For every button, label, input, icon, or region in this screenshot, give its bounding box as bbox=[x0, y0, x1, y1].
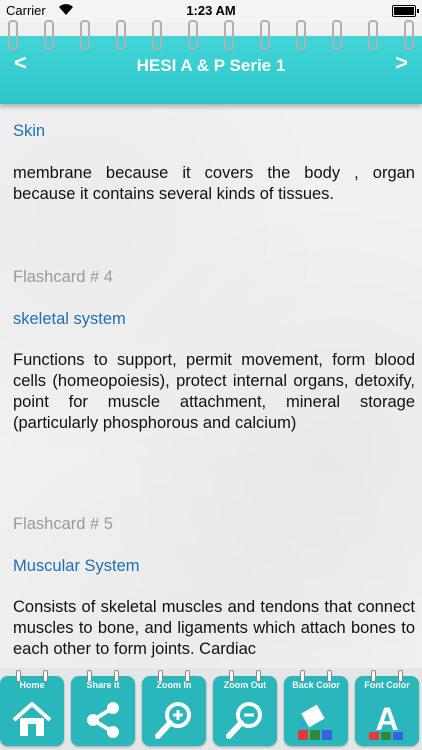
spiral-ring bbox=[44, 20, 54, 50]
spiral-ring bbox=[80, 20, 90, 50]
card-term: skeletal system bbox=[13, 310, 126, 328]
zoom-out-icon bbox=[226, 702, 262, 739]
next-button[interactable]: > bbox=[395, 50, 408, 76]
spiral-ring bbox=[116, 20, 126, 50]
home-icon bbox=[12, 702, 52, 736]
card-definition: Functions to support, permit movement, f… bbox=[13, 351, 415, 432]
font-color-icon: A bbox=[369, 701, 403, 740]
zoom-in-label: Zoom In bbox=[156, 680, 192, 690]
zoom-in-icon bbox=[155, 702, 191, 739]
zoom-in-button[interactable]: Zoom In bbox=[142, 670, 206, 746]
back-color-label: Back Color bbox=[292, 680, 340, 690]
card-term: Skin bbox=[13, 122, 46, 140]
page-title: HESI A & P Serie 1 bbox=[136, 56, 286, 75]
back-color-button[interactable]: Back Color bbox=[284, 670, 348, 746]
spiral-ring bbox=[296, 20, 306, 50]
spiral-ring bbox=[152, 20, 162, 50]
spiral-ring bbox=[260, 20, 270, 50]
home-label: Home bbox=[19, 680, 45, 690]
font-color-button[interactable]: Font Color A bbox=[355, 670, 419, 746]
card-definition: membrane because it covers the body , or… bbox=[13, 164, 415, 203]
home-button[interactable]: Home bbox=[0, 670, 64, 746]
zoom-out-label: Zoom Out bbox=[223, 680, 267, 690]
card-definition: Consists of skeletal muscles and tendons… bbox=[13, 598, 415, 658]
spiral-ring bbox=[332, 20, 342, 50]
clock: 1:23 AM bbox=[186, 3, 236, 18]
share-label: Share it bbox=[86, 680, 120, 690]
card-term: Muscular System bbox=[13, 557, 140, 575]
font-color-label: Font Color bbox=[364, 680, 410, 690]
spiral-ring bbox=[188, 20, 198, 50]
spiral-ring bbox=[404, 20, 414, 50]
spiral-binding bbox=[0, 20, 422, 50]
status-bar: Carrier 1:23 AM bbox=[0, 0, 422, 22]
spiral-ring bbox=[368, 20, 378, 50]
zoom-out-button[interactable]: Zoom Out bbox=[213, 670, 277, 746]
flashcard-number: Flashcard # 4 bbox=[13, 268, 113, 286]
share-button[interactable]: Share it bbox=[71, 670, 135, 746]
spiral-ring bbox=[224, 20, 234, 50]
battery-icon bbox=[392, 5, 419, 17]
spiral-ring bbox=[8, 20, 18, 50]
bottom-toolbar: Home Share it Zoom In Zoom Out Back Colo… bbox=[0, 668, 422, 750]
flashcard-number: Flashcard # 5 bbox=[13, 515, 113, 533]
share-icon bbox=[87, 702, 119, 738]
paint-bucket-icon bbox=[298, 704, 332, 740]
flashcard-content[interactable]: Skin membrane because it covers the body… bbox=[13, 104, 415, 666]
font-letter: A bbox=[375, 701, 398, 737]
